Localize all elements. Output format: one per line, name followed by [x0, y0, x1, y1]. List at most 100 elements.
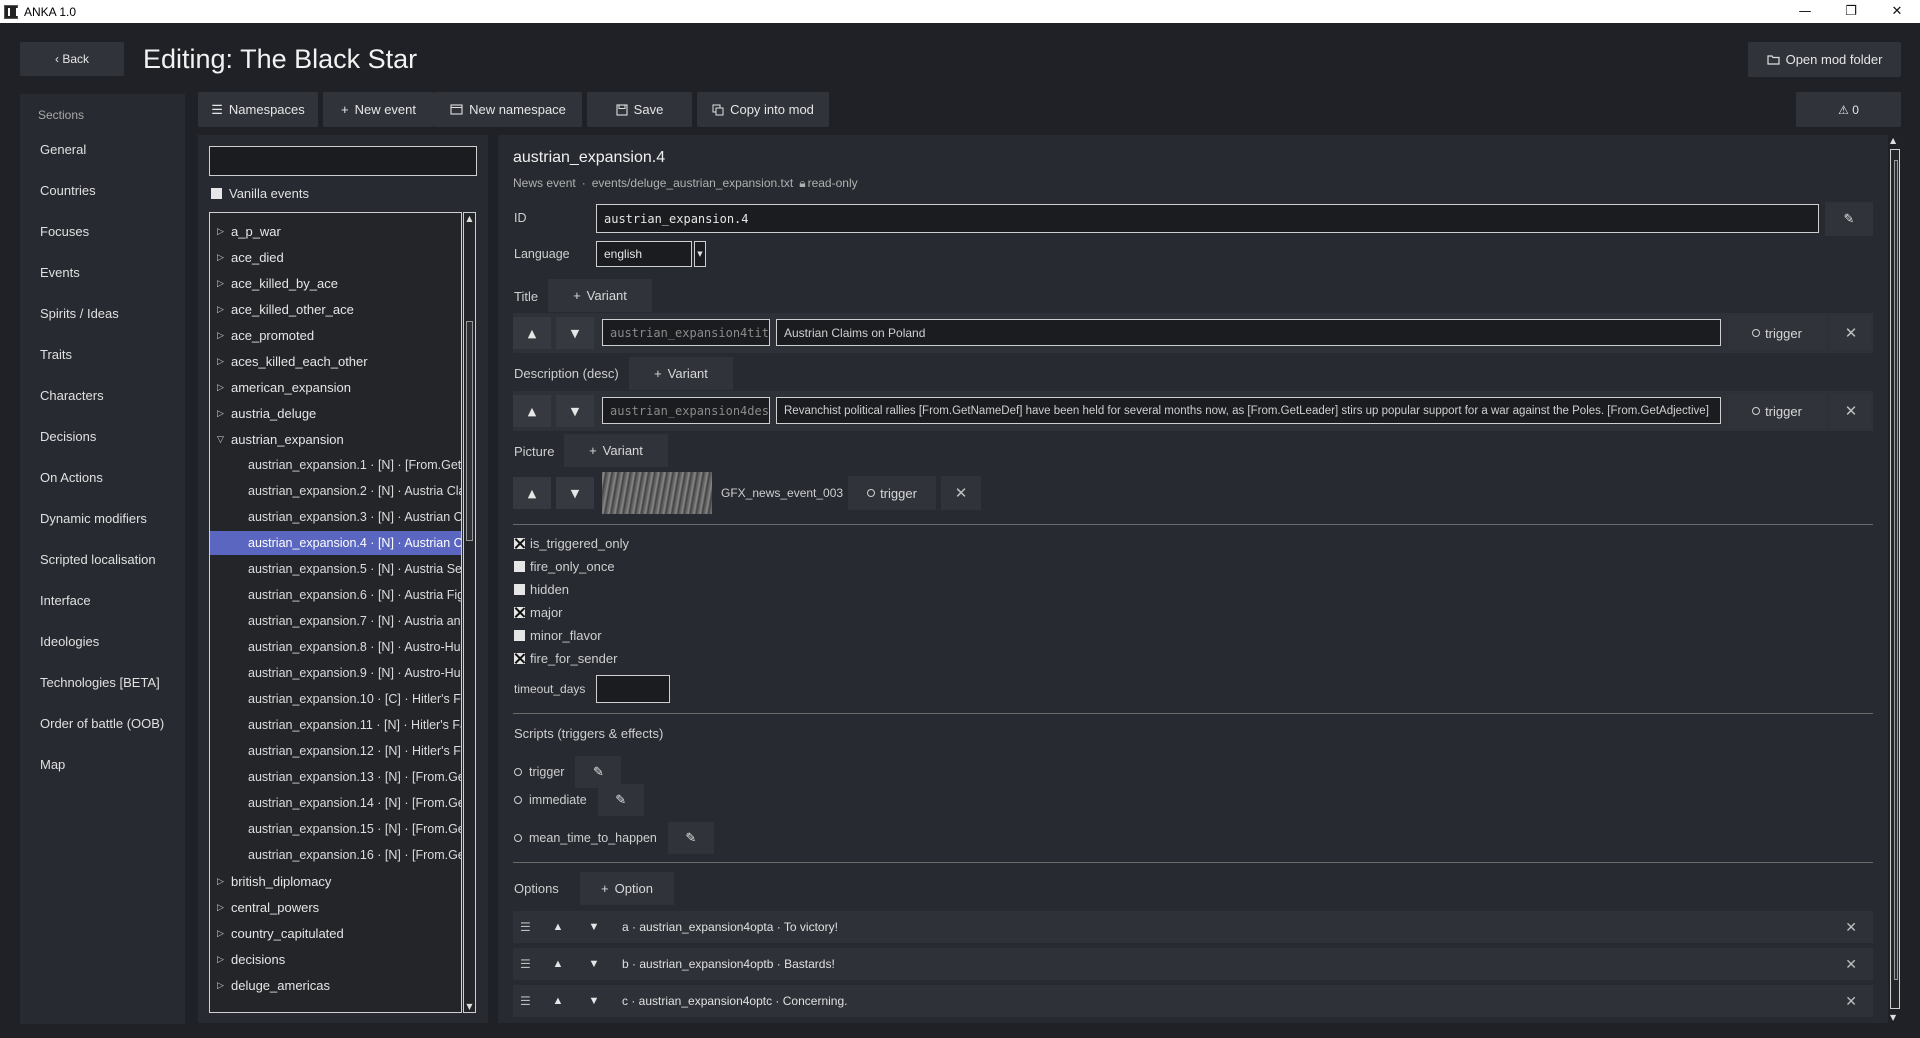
option-row[interactable]: ☰ ▲ ▼ b · austrian_expansion4optb · Bast… [513, 948, 1873, 980]
sidebar-item-on-actions[interactable]: On Actions [40, 470, 103, 485]
chevron-down-icon[interactable]: ▼ [694, 241, 706, 267]
flag-is-triggered-only[interactable]: is_triggered_only [514, 536, 629, 551]
collapsed-triangle-icon[interactable]: ▷ [217, 382, 226, 393]
picture-add-variant-button[interactable]: + Variant [564, 434, 668, 467]
add-option-button[interactable]: + Option [580, 872, 674, 905]
flag-fire-only-once[interactable]: fire_only_once [514, 559, 615, 574]
desc-add-variant-button[interactable]: + Variant [629, 357, 733, 390]
sidebar-item-ideologies[interactable]: Ideologies [40, 634, 99, 649]
tree-event-item[interactable]: austrian_expansion.13 · [N] · [From.GetN… [210, 765, 461, 789]
tree-event-item[interactable]: austrian_expansion.11 · [N] · Hitler's F… [210, 713, 461, 737]
tree-namespace-item[interactable]: ▷ austria_deluge [210, 401, 461, 425]
collapsed-triangle-icon[interactable]: ▷ [217, 304, 226, 315]
scroll-up-icon[interactable]: ▲ [1890, 136, 1896, 145]
collapsed-triangle-icon[interactable]: ▷ [217, 252, 226, 263]
collapsed-triangle-icon[interactable]: ▷ [217, 876, 226, 887]
arrow-up-icon[interactable]: ▲ [540, 958, 576, 970]
sidebar-item-dynamic-modifiers[interactable]: Dynamic modifiers [40, 511, 147, 526]
tree-namespace-item[interactable]: ▷ deluge_americas [210, 973, 461, 997]
arrow-down-icon[interactable]: ▼ [576, 958, 612, 970]
tree-namespace-item[interactable]: ▷ ace_died [210, 245, 461, 269]
close-icon[interactable]: ✕ [1845, 956, 1857, 973]
arrow-up-icon[interactable]: ▲ [540, 921, 576, 933]
picture-trigger-button[interactable]: trigger [848, 476, 936, 510]
sidebar-item-general[interactable]: General [40, 142, 86, 157]
close-icon[interactable]: ✕ [1845, 919, 1857, 936]
sidebar-item-events[interactable]: Events [40, 265, 80, 280]
sidebar-item-decisions[interactable]: Decisions [40, 429, 96, 444]
tree-event-item[interactable]: austrian_expansion.8 · [N] · Austro-Hung… [210, 635, 461, 659]
sidebar-item-spirits-ideas[interactable]: Spirits / Ideas [40, 306, 119, 321]
tree-event-item[interactable]: austrian_expansion.1 · [N] · [From.GetNa… [210, 453, 461, 477]
close-icon[interactable]: ✕ [1845, 993, 1857, 1010]
open-mod-folder-button[interactable]: Open mod folder [1748, 42, 1901, 77]
title-text-field[interactable]: Austrian Claims on Poland [776, 319, 1721, 346]
tree-namespace-item[interactable]: ▷ decisions [210, 947, 461, 971]
tree-event-item[interactable]: austrian_expansion.7 · [N] · Austria and [210, 609, 461, 633]
timeout-days-field[interactable] [596, 675, 670, 703]
title-move-down-button[interactable]: ▼ [556, 317, 594, 349]
flag-hidden[interactable]: hidden [514, 582, 569, 597]
tree-namespace-item[interactable]: ▷ british_diplomacy [210, 869, 461, 893]
collapsed-triangle-icon[interactable]: ▷ [217, 278, 226, 289]
save-button[interactable]: Save [587, 92, 692, 127]
tree-namespace-item[interactable]: ▷ a_p_war [210, 219, 461, 243]
flag-checkbox[interactable] [514, 561, 525, 572]
sidebar-item-countries[interactable]: Countries [40, 183, 96, 198]
edit-mtth-button[interactable]: ✎ [667, 822, 714, 854]
sidebar-item-order-of-battle[interactable]: Order of battle (OOB) [40, 716, 164, 731]
tree-search-input[interactable] [209, 146, 477, 176]
collapsed-triangle-icon[interactable]: ▷ [217, 902, 226, 913]
collapsed-triangle-icon[interactable]: ▷ [217, 954, 226, 965]
editor-scrollbar[interactable]: ▲ ▼ [1888, 135, 1902, 1023]
title-remove-button[interactable]: ✕ [1831, 316, 1871, 350]
collapsed-triangle-icon[interactable]: ▷ [217, 980, 226, 991]
desc-text-field[interactable]: Revanchist political rallies [From.GetNa… [776, 397, 1721, 424]
tree-event-item[interactable]: austrian_expansion.9 · [N] · Austro-Hung… [210, 661, 461, 685]
vanilla-events-checkbox[interactable] [211, 188, 222, 199]
tree-event-item[interactable]: austrian_expansion.10 · [C] · Hitler's F… [210, 687, 461, 711]
tree-event-item[interactable]: austrian_expansion.6 · [N] · Austria Fig… [210, 583, 461, 607]
tree-event-item[interactable]: austrian_expansion.5 · [N] · Austria Sei… [210, 557, 461, 581]
editor-scroll-thumb[interactable] [1894, 160, 1898, 980]
scroll-down-icon[interactable]: ▼ [1890, 1013, 1896, 1022]
tree-event-item[interactable]: austrian_expansion.12 · [N] · Hitler's F… [210, 739, 461, 763]
title-move-up-button[interactable]: ▲ [513, 317, 551, 349]
tree-namespace-item[interactable]: ▷ ace_killed_by_ace [210, 271, 461, 295]
vanilla-events-toggle[interactable]: Vanilla events [211, 186, 309, 201]
namespaces-button[interactable]: ☰ Namespaces [198, 92, 318, 127]
language-select[interactable]: english [596, 241, 692, 267]
tree-event-item[interactable]: austrian_expansion.2 · [N] · Austria Cla… [210, 479, 461, 503]
restore-button[interactable]: ❐ [1828, 0, 1874, 23]
tree-namespace-item[interactable]: ▷ american_expansion [210, 375, 461, 399]
editor-scroll-track[interactable] [1890, 149, 1900, 1009]
flag-checkbox[interactable] [514, 630, 525, 641]
edit-id-button[interactable]: ✎ [1825, 202, 1873, 236]
drag-handle-icon[interactable]: ☰ [520, 920, 540, 934]
drag-handle-icon[interactable]: ☰ [520, 957, 540, 971]
sidebar-item-interface[interactable]: Interface [40, 593, 91, 608]
sidebar-item-scripted-localisation[interactable]: Scripted localisation [40, 552, 156, 567]
sidebar-item-traits[interactable]: Traits [40, 347, 72, 362]
picture-move-down-button[interactable]: ▼ [556, 477, 594, 509]
desc-trigger-button[interactable]: trigger [1728, 394, 1826, 428]
tree-event-item[interactable]: austrian_expansion.4 · [N] · Austrian Cl… [210, 531, 461, 555]
picture-remove-button[interactable]: ✕ [941, 476, 981, 510]
flag-checkbox[interactable] [514, 607, 525, 618]
sidebar-item-focuses[interactable]: Focuses [40, 224, 89, 239]
tree-event-item[interactable]: austrian_expansion.3 · [N] · Austrian Cl… [210, 505, 461, 529]
desc-move-down-button[interactable]: ▼ [556, 395, 594, 427]
arrow-up-icon[interactable]: ▲ [540, 995, 576, 1007]
scroll-down-icon[interactable]: ▼ [465, 1002, 474, 1011]
copy-into-mod-button[interactable]: Copy into mod [697, 92, 829, 127]
drag-handle-icon[interactable]: ☰ [520, 994, 540, 1008]
collapsed-triangle-icon[interactable]: ▷ [217, 330, 226, 341]
tree-scrollbar[interactable]: ▲ ▼ [463, 212, 476, 1013]
tree-namespace-item[interactable]: ▷ ace_promoted [210, 323, 461, 347]
collapsed-triangle-icon[interactable]: ▷ [217, 408, 226, 419]
title-key-field[interactable]: austrian_expansion4tit [602, 319, 770, 346]
option-row[interactable]: ☰ ▲ ▼ c · austrian_expansion4optc · Conc… [513, 985, 1873, 1017]
sidebar-item-technologies[interactable]: Technologies [BETA] [40, 675, 160, 690]
back-button[interactable]: ‹ Back [20, 42, 124, 76]
option-row[interactable]: ☰ ▲ ▼ a · austrian_expansion4opta · To v… [513, 911, 1873, 943]
